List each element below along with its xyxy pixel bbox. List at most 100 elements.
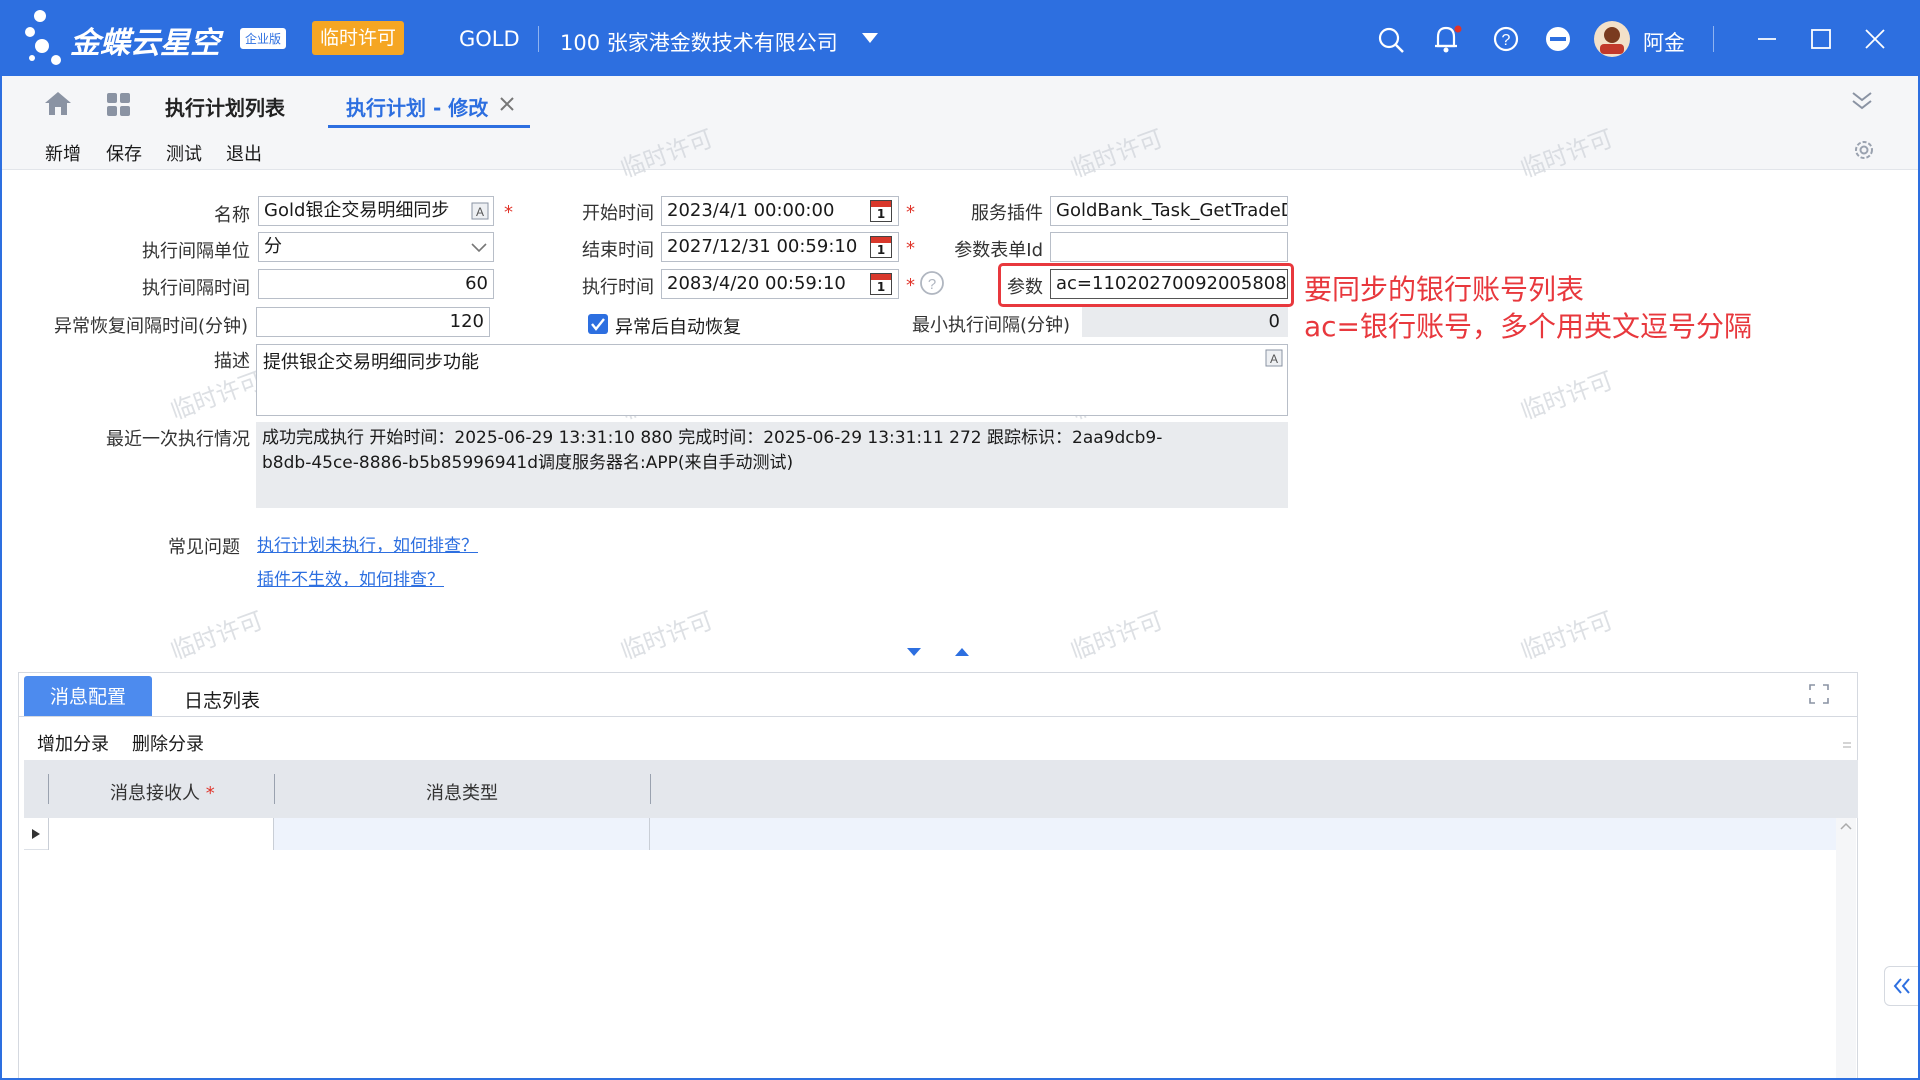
scroll-up-icon[interactable]: [1840, 822, 1852, 830]
divider: [48, 774, 49, 804]
double-chevron-down-icon[interactable]: [1850, 90, 1874, 112]
double-chevron-left-icon: [1893, 978, 1910, 994]
edition-badge: 企业版: [240, 28, 287, 49]
tab-plan-edit[interactable]: 执行计划 - 修改: [328, 76, 530, 128]
app-header: 金蝶云星空 企业版 临时许可 GOLD 100 张家港金数技术有限公司 ? 阿金: [0, 0, 1920, 76]
tab-log-list[interactable]: 日志列表: [184, 686, 260, 713]
svg-text:A: A: [1270, 352, 1278, 366]
cell-type[interactable]: [274, 818, 650, 850]
required-mark: *: [906, 202, 915, 223]
gear-icon[interactable]: [1852, 138, 1876, 162]
recover-interval-label: 异常恢复间隔时间(分钟): [53, 316, 248, 337]
tab-plan-list[interactable]: 执行计划列表: [165, 92, 285, 121]
required-mark: *: [906, 275, 915, 296]
watermark: 临时许可: [1516, 606, 1617, 666]
bell-icon[interactable]: [1432, 24, 1462, 54]
add-entry-button[interactable]: 增加分录: [37, 730, 109, 756]
svg-text:A: A: [476, 205, 484, 219]
watermark: 临时许可: [166, 606, 267, 666]
last-run-label: 最近一次执行情况: [106, 429, 250, 450]
last-run-line: b8db-45ce-8886-b5b85996941d调度服务器名:APP(来自…: [262, 453, 794, 473]
new-button[interactable]: 新增: [45, 140, 81, 166]
calendar-icon[interactable]: 1: [870, 200, 892, 222]
calendar-icon[interactable]: 1: [870, 236, 892, 258]
divider: [1713, 26, 1714, 52]
watermark: 临时许可: [616, 606, 717, 666]
name-label: 名称: [214, 205, 250, 226]
fullscreen-icon[interactable]: [1809, 684, 1829, 704]
svg-text:?: ?: [928, 276, 936, 293]
row-pointer-icon: [32, 829, 40, 839]
close-tab-icon[interactable]: [500, 97, 514, 111]
plugin-label: 服务插件: [971, 203, 1043, 224]
interval-time-field[interactable]: 60: [258, 269, 494, 299]
apps-grid-icon[interactable]: [106, 92, 132, 118]
scrollbar[interactable]: [1836, 818, 1856, 1080]
interval-unit-value: 分: [264, 236, 282, 257]
test-button[interactable]: 测试: [166, 140, 202, 166]
auto-recover-label[interactable]: 异常后自动恢复: [615, 313, 741, 339]
expand-down-icon[interactable]: [907, 648, 921, 657]
cell-receiver[interactable]: [48, 818, 274, 850]
search-icon[interactable]: [1378, 27, 1404, 53]
column-header-receiver-label: 消息接收人: [110, 783, 200, 804]
min-interval-label: 最小执行间隔(分钟): [911, 315, 1070, 336]
divider: [538, 26, 539, 52]
delete-entry-button[interactable]: 删除分录: [132, 730, 204, 756]
help-icon[interactable]: ?: [919, 270, 945, 296]
tab-bar: 执行计划列表 执行计划 - 修改: [2, 76, 1918, 128]
chevron-down-icon[interactable]: [862, 33, 878, 43]
desc-label: 描述: [214, 351, 250, 372]
calendar-icon[interactable]: 1: [870, 273, 892, 295]
grid-header: [24, 760, 1858, 818]
exec-time-field[interactable]: 2083/4/20 00:59:10 1: [661, 269, 899, 299]
auto-recover-checkbox[interactable]: [587, 313, 609, 335]
param-form-field[interactable]: [1050, 232, 1288, 262]
save-button[interactable]: 保存: [106, 140, 142, 166]
tenant-name[interactable]: GOLD: [459, 27, 520, 51]
desc-field[interactable]: 提供银企交易明细同步功能 A: [256, 344, 1288, 416]
recover-interval-field[interactable]: 120: [256, 307, 490, 337]
end-time-label: 结束时间: [582, 240, 654, 261]
name-field[interactable]: Gold银企交易明细同步 A: [258, 196, 494, 226]
divider: [650, 774, 651, 804]
faq-link-plan-not-run[interactable]: 执行计划未执行，如何排查？: [257, 531, 478, 556]
column-header-receiver[interactable]: 消息接收人 *: [110, 779, 215, 805]
close-icon[interactable]: [1864, 28, 1886, 50]
user-name[interactable]: 阿金: [1643, 27, 1685, 57]
avatar[interactable]: [1593, 20, 1631, 58]
table-row[interactable]: [24, 818, 1836, 850]
param-field[interactable]: ac=110202700920058088: [1050, 269, 1288, 299]
exit-button[interactable]: 退出: [226, 140, 262, 166]
multilang-icon[interactable]: A: [471, 202, 489, 220]
column-header-type[interactable]: 消息类型: [426, 779, 498, 805]
scroll-handle-icon[interactable]: [1842, 740, 1852, 752]
maximize-icon[interactable]: [1810, 28, 1832, 50]
minimize-icon[interactable]: [1756, 28, 1778, 50]
annotation-title: 要同步的银行账号列表: [1304, 273, 1585, 306]
plugin-field[interactable]: GoldBank_Task_GetTradeD: [1050, 196, 1288, 226]
collapse-up-icon[interactable]: [955, 648, 969, 657]
home-icon[interactable]: [44, 90, 72, 116]
faq-link-plugin-not-work[interactable]: 插件不生效，如何排查？: [257, 565, 444, 590]
min-interval-value: 0: [1082, 307, 1288, 337]
multilang-icon[interactable]: A: [1265, 349, 1283, 367]
faq-label: 常见问题: [168, 537, 240, 558]
chevron-down-icon: [471, 243, 487, 253]
side-panel-toggle[interactable]: [1884, 966, 1920, 1006]
company-name[interactable]: 100 张家港金数技术有限公司: [560, 27, 838, 57]
interval-unit-select[interactable]: 分: [258, 232, 494, 262]
annotation-note: ac=银行账号，多个用英文逗号分隔: [1304, 310, 1753, 343]
start-time-field[interactable]: 2023/4/1 00:00:00 1: [661, 196, 899, 226]
help-icon[interactable]: ?: [1493, 26, 1519, 52]
message-icon[interactable]: [1545, 26, 1571, 52]
watermark: 临时许可: [1066, 606, 1167, 666]
license-badge[interactable]: 临时许可: [312, 21, 405, 55]
interval-unit-label: 执行间隔单位: [142, 241, 250, 262]
watermark: 临时许可: [1516, 366, 1617, 426]
name-value: Gold银企交易明细同步: [264, 200, 450, 221]
tab-message-config[interactable]: 消息配置: [24, 676, 152, 716]
end-time-field[interactable]: 2027/12/31 00:59:10 1: [661, 232, 899, 262]
exec-time-value: 2083/4/20 00:59:10: [667, 273, 846, 294]
start-time-label: 开始时间: [582, 203, 654, 224]
